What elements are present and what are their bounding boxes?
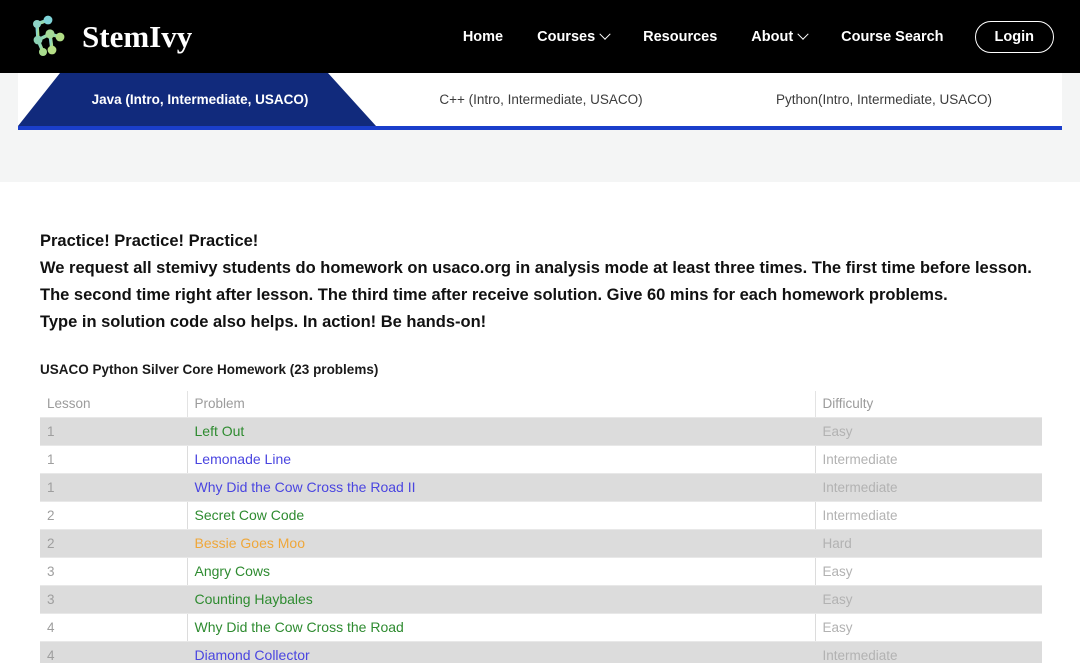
nav-item-resources[interactable]: Resources	[626, 29, 734, 45]
tab-python[interactable]: Python(Intro, Intermediate, USACO)	[706, 73, 1062, 126]
main-navigation: Home Courses Resources About Course Sear…	[446, 0, 1062, 73]
cell-lesson: 1	[40, 446, 187, 474]
column-header-difficulty: Difficulty	[815, 391, 1042, 418]
cell-problem: Bessie Goes Moo	[187, 530, 815, 558]
table-row: 1 Lemonade Line Intermediate	[40, 446, 1042, 474]
cell-problem: Why Did the Cow Cross the Road II	[187, 474, 815, 502]
homework-table: Lesson Problem Difficulty 1 Left Out Eas…	[40, 391, 1042, 663]
homework-table-body: 1 Left Out Easy 1 Lemonade Line Intermed…	[40, 418, 1042, 663]
chevron-down-icon	[599, 28, 610, 39]
cell-difficulty: Intermediate	[815, 642, 1042, 663]
chevron-down-icon	[798, 28, 809, 39]
cell-problem: Counting Haybales	[187, 586, 815, 614]
table-row: 2 Secret Cow Code Intermediate	[40, 502, 1042, 530]
table-header-row: Lesson Problem Difficulty	[40, 391, 1042, 418]
problem-link[interactable]: Left Out	[195, 423, 245, 439]
cell-lesson: 3	[40, 586, 187, 614]
cell-lesson: 2	[40, 530, 187, 558]
course-tabbar-wrapper: Java (Intro, Intermediate, USACO) C++ (I…	[0, 73, 1080, 130]
tab-java-label: Java (Intro, Intermediate, USACO)	[86, 92, 309, 107]
cell-lesson: 1	[40, 474, 187, 502]
cell-problem: Secret Cow Code	[187, 502, 815, 530]
cell-lesson: 4	[40, 642, 187, 663]
table-row: 1 Left Out Easy	[40, 418, 1042, 446]
problem-link[interactable]: Counting Haybales	[195, 591, 313, 607]
nav-label-courses: Courses	[537, 29, 595, 45]
cell-difficulty: Hard	[815, 530, 1042, 558]
nav-label-resources: Resources	[643, 29, 717, 45]
cell-difficulty: Easy	[815, 418, 1042, 446]
page-gap	[0, 130, 1080, 182]
cell-difficulty: Intermediate	[815, 502, 1042, 530]
cell-difficulty: Easy	[815, 614, 1042, 642]
table-caption: USACO Python Silver Core Homework (23 pr…	[40, 362, 1040, 377]
nav-label-about: About	[751, 29, 793, 45]
nav-item-about[interactable]: About	[734, 29, 824, 45]
cell-difficulty: Intermediate	[815, 446, 1042, 474]
table-row: 2 Bessie Goes Moo Hard	[40, 530, 1042, 558]
column-header-problem: Problem	[187, 391, 815, 418]
cell-lesson: 3	[40, 558, 187, 586]
nav-label-home: Home	[463, 29, 503, 45]
column-header-lesson: Lesson	[40, 391, 187, 418]
nav-item-courses[interactable]: Courses	[520, 29, 626, 45]
problem-link[interactable]: Why Did the Cow Cross the Road	[195, 619, 404, 635]
brand-name: StemIvy	[82, 19, 192, 55]
tab-java[interactable]: Java (Intro, Intermediate, USACO)	[18, 73, 376, 126]
cell-lesson: 4	[40, 614, 187, 642]
intro-line-1: Practice! Practice! Practice!	[40, 232, 258, 250]
cell-problem: Why Did the Cow Cross the Road	[187, 614, 815, 642]
nav-item-home[interactable]: Home	[446, 29, 520, 45]
cell-lesson: 1	[40, 418, 187, 446]
cell-problem: Lemonade Line	[187, 446, 815, 474]
table-row: 1 Why Did the Cow Cross the Road II Inte…	[40, 474, 1042, 502]
molecule-icon	[26, 14, 72, 60]
brand-logo[interactable]: StemIvy	[26, 14, 192, 60]
nav-label-course-search: Course Search	[841, 29, 943, 45]
main-content: Practice! Practice! Practice! We request…	[0, 182, 1080, 663]
cell-difficulty: Easy	[815, 558, 1042, 586]
problem-link[interactable]: Angry Cows	[195, 563, 270, 579]
intro-line-3: Type in solution code also helps. In act…	[40, 313, 486, 331]
table-row: 3 Counting Haybales Easy	[40, 586, 1042, 614]
problem-link[interactable]: Secret Cow Code	[195, 507, 305, 523]
tab-cpp[interactable]: C++ (Intro, Intermediate, USACO)	[376, 73, 706, 126]
cell-problem: Left Out	[187, 418, 815, 446]
cell-problem: Angry Cows	[187, 558, 815, 586]
problem-link[interactable]: Bessie Goes Moo	[195, 535, 306, 551]
course-tabbar: Java (Intro, Intermediate, USACO) C++ (I…	[18, 73, 1062, 130]
tab-python-label: Python(Intro, Intermediate, USACO)	[776, 92, 992, 107]
login-button[interactable]: Login	[975, 21, 1054, 53]
cell-difficulty: Intermediate	[815, 474, 1042, 502]
cell-lesson: 2	[40, 502, 187, 530]
nav-item-course-search[interactable]: Course Search	[824, 29, 960, 45]
table-row: 4 Diamond Collector Intermediate	[40, 642, 1042, 663]
problem-link[interactable]: Diamond Collector	[195, 647, 310, 663]
table-row: 3 Angry Cows Easy	[40, 558, 1042, 586]
intro-line-2: We request all stemivy students do homew…	[40, 259, 1032, 304]
cell-difficulty: Easy	[815, 586, 1042, 614]
intro-paragraph: Practice! Practice! Practice! We request…	[40, 228, 1040, 336]
problem-link[interactable]: Why Did the Cow Cross the Road II	[195, 479, 416, 495]
problem-link[interactable]: Lemonade Line	[195, 451, 292, 467]
tab-cpp-label: C++ (Intro, Intermediate, USACO)	[439, 92, 642, 107]
cell-problem: Diamond Collector	[187, 642, 815, 663]
table-row: 4 Why Did the Cow Cross the Road Easy	[40, 614, 1042, 642]
site-header: StemIvy Home Courses Resources About Cou…	[0, 0, 1080, 73]
